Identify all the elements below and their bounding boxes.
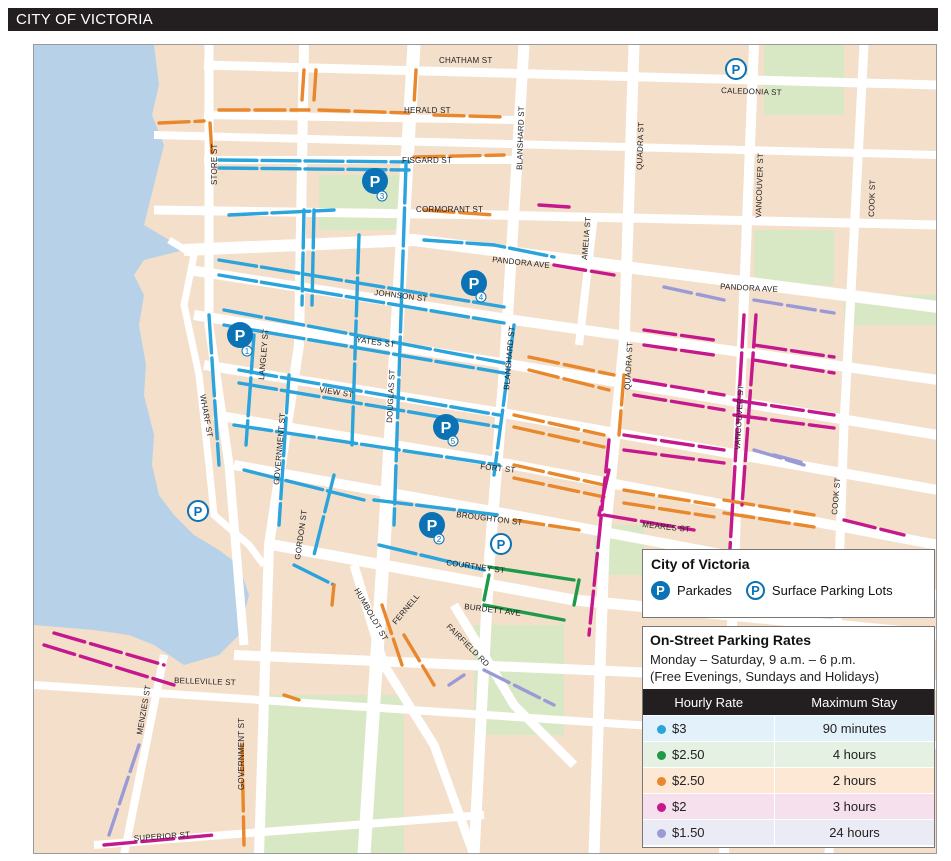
- legend-parking-types: City of Victoria P Parkades P Surface Pa…: [642, 549, 935, 618]
- col-hourly-rate: Hourly Rate: [643, 689, 775, 716]
- rate-value: $3: [672, 721, 687, 736]
- rates-legend: On-Street Parking Rates Monday – Saturda…: [642, 626, 935, 848]
- rates-hours: Monday – Saturday, 9 a.m. – 6 p.m.: [650, 652, 856, 667]
- stay-cell: 3 hours: [774, 793, 934, 820]
- svg-text:P: P: [427, 518, 438, 535]
- rates-header-row: Hourly Rate Maximum Stay: [643, 689, 934, 716]
- rate-cell: $3: [643, 715, 775, 742]
- legend-parkades-label: Parkades: [677, 583, 732, 598]
- rate-color-dot-icon: [657, 803, 666, 813]
- rate-row: $2.50 2 hours: [643, 767, 934, 794]
- svg-text:2: 2: [437, 535, 442, 544]
- svg-text:P: P: [194, 504, 203, 519]
- svg-text:3: 3: [380, 192, 385, 201]
- street-label-quadra-1: QUADRA ST: [635, 122, 646, 170]
- surface-lot[interactable]: P: [490, 533, 512, 555]
- col-maximum-stay: Maximum Stay: [774, 689, 934, 716]
- rate-color-dot-icon: [657, 829, 666, 839]
- rate-value: $1.50: [672, 825, 705, 840]
- svg-text:P: P: [370, 174, 381, 191]
- rate-row: $1.50 24 hours: [643, 819, 934, 845]
- rate-cell: $1.50: [643, 819, 775, 845]
- rates-table: Hourly Rate Maximum Stay $3 90 minutes $2.…: [643, 689, 934, 845]
- stay-cell: 90 minutes: [774, 715, 934, 742]
- rate-row: $2.50 4 hours: [643, 741, 934, 768]
- stay-cell: 24 hours: [774, 819, 934, 845]
- rate-value: $2: [672, 799, 687, 814]
- street-label-cormorant: CORMORANT ST: [416, 205, 483, 214]
- surface-lot[interactable]: P: [725, 58, 747, 80]
- svg-text:P: P: [441, 420, 452, 437]
- rate-cell: $2: [643, 793, 775, 820]
- rate-row: $2 3 hours: [643, 793, 934, 820]
- street-label-fisgard: FISGARD ST: [402, 156, 452, 165]
- map-title: CITY OF VICTORIA: [8, 8, 938, 31]
- rate-color-dot-icon: [657, 725, 666, 735]
- svg-text:P: P: [497, 537, 506, 552]
- legend-title: City of Victoria: [651, 556, 750, 572]
- rate-value: $2.50: [672, 747, 705, 762]
- surface-lot-symbol-icon: P: [745, 581, 765, 600]
- svg-text:5: 5: [451, 437, 456, 446]
- rate-cell: $2.50: [643, 767, 775, 794]
- street-label-herald: HERALD ST: [404, 106, 451, 115]
- rate-cell: $2.50: [643, 741, 775, 768]
- stay-cell: 2 hours: [774, 767, 934, 794]
- svg-text:P: P: [235, 328, 246, 345]
- street-label-chatham: CHATHAM ST: [439, 56, 492, 65]
- street-label-store: STORE ST: [210, 144, 219, 185]
- street-label-government-2: GOVERNMENT ST: [237, 718, 246, 790]
- street-label-cook-1: COOK ST: [867, 179, 877, 217]
- svg-text:P: P: [469, 276, 480, 293]
- rates-title: On-Street Parking Rates: [650, 632, 812, 648]
- parkade-symbol-icon: P: [651, 581, 670, 600]
- rate-row: $3 90 minutes: [643, 715, 934, 742]
- svg-text:P: P: [732, 62, 741, 77]
- surface-lot[interactable]: P: [187, 500, 209, 522]
- svg-text:1: 1: [245, 347, 250, 356]
- legend-surface-label: Surface Parking Lots: [771, 583, 893, 598]
- stay-cell: 4 hours: [774, 741, 934, 768]
- svg-text:4: 4: [479, 293, 484, 302]
- legend-row: P Parkades P Surface Parking Lots: [651, 581, 926, 600]
- rate-color-dot-icon: [657, 751, 666, 761]
- rate-color-dot-icon: [657, 777, 666, 787]
- rates-note: (Free Evenings, Sundays and Holidays): [650, 669, 880, 684]
- rate-value: $2.50: [672, 773, 705, 788]
- park: [754, 230, 834, 285]
